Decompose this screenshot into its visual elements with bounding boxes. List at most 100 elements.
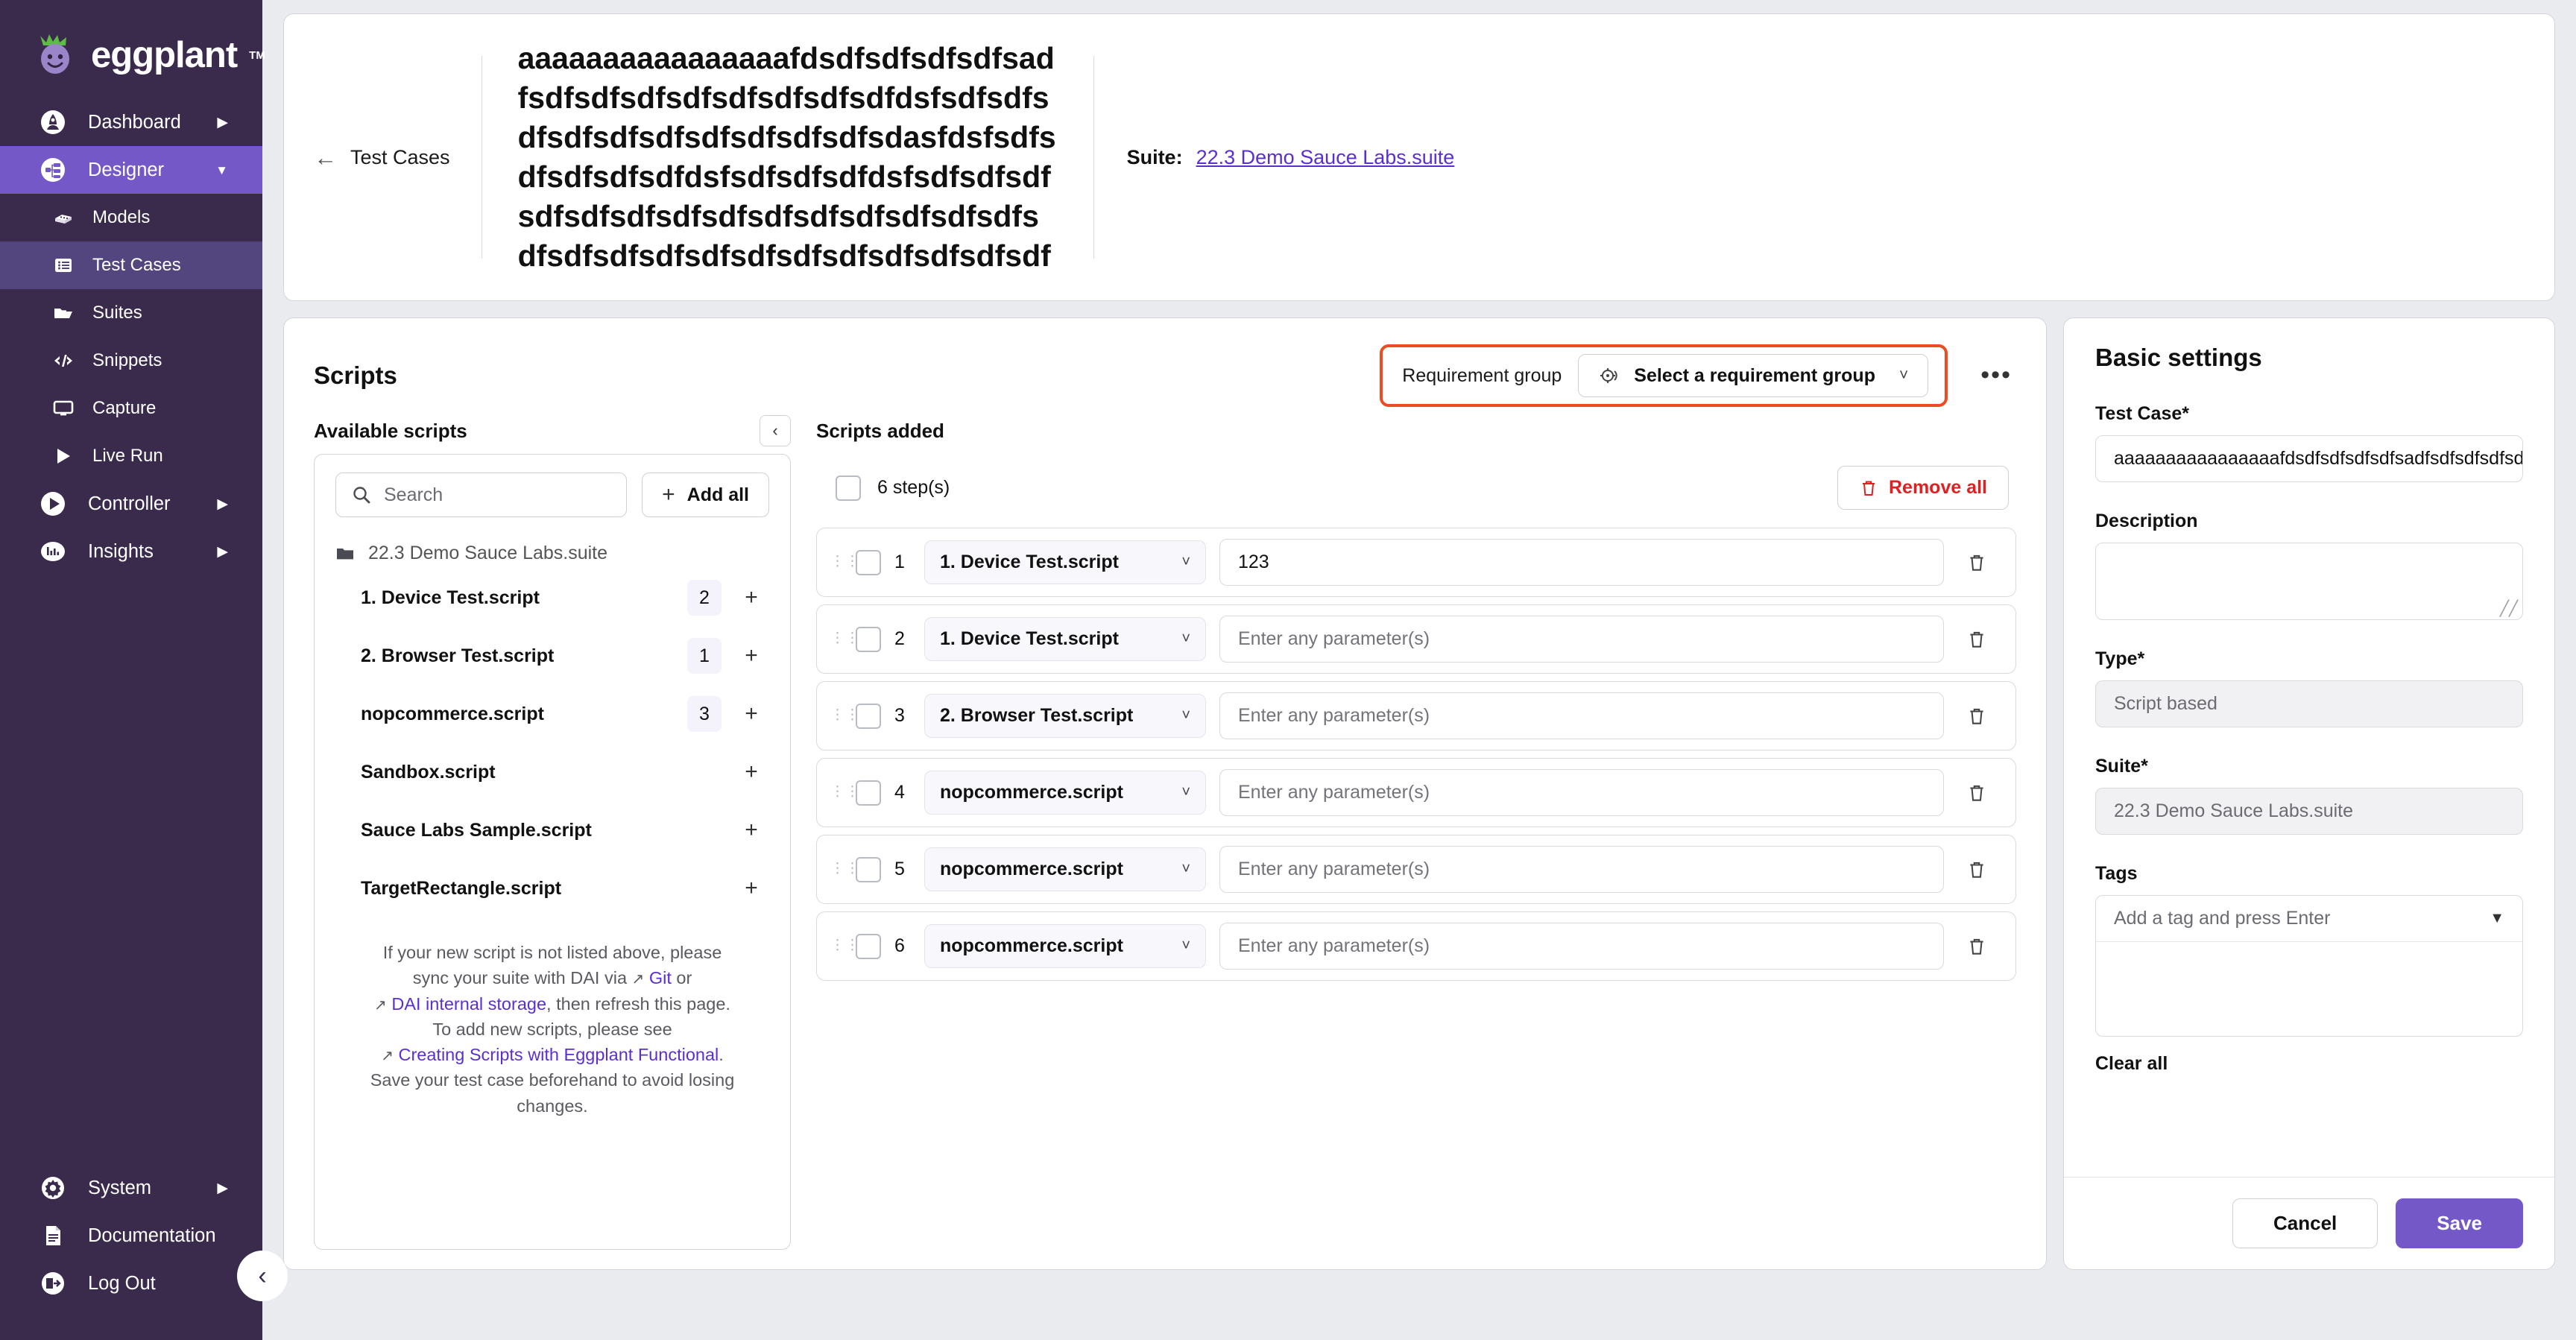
add-script-button[interactable]: +	[733, 585, 769, 610]
creating-scripts-link[interactable]: Creating Scripts with Eggplant Functiona…	[399, 1045, 719, 1064]
sidebar-item-suites[interactable]: Suites	[0, 289, 262, 337]
step-row: ⋮⋮ 5 nopcommerce.script ˅ Enter any para…	[816, 835, 2016, 904]
delete-step-button[interactable]	[1957, 783, 1996, 803]
requirement-group-highlight: Requirement group Select a requirement g…	[1380, 344, 1948, 407]
sidebar-item-test-cases[interactable]: Test Cases	[0, 241, 262, 289]
step-script-value: nopcommerce.script	[940, 859, 1123, 879]
sidebar-collapse-button[interactable]: ‹	[237, 1251, 288, 1301]
dai-internal-storage-link[interactable]: DAI internal storage	[391, 994, 546, 1014]
brand-logo[interactable]: eggplant TM	[0, 0, 265, 82]
sidebar-item-capture[interactable]: Capture	[0, 385, 262, 432]
step-checkbox[interactable]	[856, 703, 881, 729]
git-link[interactable]: Git	[649, 968, 672, 987]
resize-handle-icon[interactable]: ╱╱	[2500, 601, 2518, 616]
sidebar-item-label: Models	[92, 207, 151, 227]
delete-step-button[interactable]	[1957, 706, 1996, 727]
available-script-row[interactable]: 2. Browser Test.script 1 +	[335, 627, 769, 685]
step-script-select[interactable]: nopcommerce.script ˅	[924, 847, 1206, 891]
sidebar-item-controller[interactable]: Controller ▶	[0, 480, 262, 528]
drag-handle-icon[interactable]: ⋮⋮	[830, 785, 859, 799]
step-checkbox[interactable]	[856, 856, 881, 882]
scripts-added-toolbar: 6 step(s) Remove all	[816, 454, 2016, 528]
available-script-row[interactable]: Sauce Labs Sample.script +	[335, 801, 769, 859]
sidebar-item-insights[interactable]: Insights ▶	[0, 528, 262, 575]
requirement-group-select[interactable]: Select a requirement group ˅	[1578, 354, 1929, 397]
help-line-6: Save your test case beforehand to avoid …	[370, 1070, 735, 1116]
step-script-select[interactable]: 1. Device Test.script ˅	[924, 540, 1206, 584]
select-all-steps-checkbox[interactable]	[836, 475, 861, 501]
type-field-label: Type*	[2095, 648, 2145, 669]
available-script-row[interactable]: 1. Device Test.script 2 +	[335, 569, 769, 627]
sidebar-item-label: Documentation	[88, 1224, 216, 1246]
delete-step-button[interactable]	[1957, 552, 1996, 573]
add-script-button[interactable]: +	[733, 759, 769, 785]
back-to-test-cases-link[interactable]: ← Test Cases	[314, 146, 482, 169]
remove-all-button[interactable]: Remove all	[1837, 466, 2009, 510]
drag-handle-icon[interactable]: ⋮⋮	[830, 708, 859, 722]
sidebar-item-documentation[interactable]: Documentation	[0, 1212, 262, 1260]
sidebar-item-snippets[interactable]: Snippets	[0, 337, 262, 385]
step-checkbox[interactable]	[856, 549, 881, 575]
suite-folder-row[interactable]: 22.3 Demo Sauce Labs.suite	[335, 517, 769, 569]
step-script-value: 1. Device Test.script	[940, 552, 1119, 572]
sidebar: eggplant TM Dashboard ▶ Designer ▼ Model…	[0, 0, 288, 1340]
tags-placeholder: Add a tag and press Enter	[2114, 908, 2331, 929]
step-script-select[interactable]: 2. Browser Test.script ˅	[924, 694, 1206, 738]
sidebar-item-log-out[interactable]: Log Out	[0, 1260, 262, 1307]
trash-icon	[1859, 478, 1878, 498]
drag-handle-icon[interactable]: ⋮⋮	[830, 554, 859, 569]
available-script-row[interactable]: TargetRectangle.script +	[335, 859, 769, 917]
delete-step-button[interactable]	[1957, 936, 1996, 957]
step-checkbox[interactable]	[856, 780, 881, 806]
clear-all-tags-button[interactable]: Clear all	[2095, 1053, 2523, 1075]
play-icon	[51, 445, 76, 467]
delete-step-button[interactable]	[1957, 629, 1996, 650]
add-script-button[interactable]: +	[733, 818, 769, 843]
available-scripts-collapse-button[interactable]: ‹	[760, 415, 791, 446]
basic-settings-footer: Cancel Save	[2064, 1177, 2554, 1269]
sidebar-item-designer[interactable]: Designer ▼	[0, 146, 262, 194]
steps-count-label: 6 step(s)	[877, 477, 950, 498]
available-script-row[interactable]: Sandbox.script +	[335, 743, 769, 801]
description-field[interactable]: ╱╱	[2095, 543, 2523, 620]
step-parameter-input[interactable]: Enter any parameter(s)	[1219, 846, 1944, 893]
sidebar-item-label: Suites	[92, 303, 142, 323]
sidebar-item-dashboard[interactable]: Dashboard ▶	[0, 98, 262, 146]
sidebar-item-live-run[interactable]: Live Run	[0, 432, 262, 480]
add-script-button[interactable]: +	[733, 701, 769, 727]
available-script-row[interactable]: nopcommerce.script 3 +	[335, 685, 769, 743]
arrow-left-icon: ←	[314, 144, 337, 171]
test-case-field[interactable]: aaaaaaaaaaaaaaaafdsdfsdfsdfsdfsadfsdfsdf…	[2095, 435, 2523, 482]
step-script-select[interactable]: nopcommerce.script ˅	[924, 771, 1206, 815]
step-parameter-placeholder: Enter any parameter(s)	[1238, 859, 1430, 879]
step-parameter-input[interactable]: Enter any parameter(s)	[1219, 692, 1944, 739]
sidebar-item-models[interactable]: Models	[0, 194, 262, 241]
scripts-title: Scripts	[314, 361, 397, 389]
logout-icon	[37, 1270, 69, 1297]
step-script-select[interactable]: 1. Device Test.script ˅	[924, 617, 1206, 661]
search-input[interactable]: Search	[335, 473, 628, 517]
suite-link[interactable]: 22.3 Demo Sauce Labs.suite	[1196, 146, 1455, 169]
sidebar-item-system[interactable]: System ▶	[0, 1164, 262, 1212]
delete-step-button[interactable]	[1957, 859, 1996, 880]
drag-handle-icon[interactable]: ⋮⋮	[830, 938, 859, 952]
scripts-more-options-button[interactable]: •••	[1976, 363, 2016, 388]
triangle-down-icon[interactable]: ▼	[2490, 910, 2504, 927]
step-parameter-input[interactable]: Enter any parameter(s)	[1219, 923, 1944, 970]
step-parameter-input[interactable]: Enter any parameter(s)	[1219, 616, 1944, 663]
add-script-button[interactable]: +	[733, 643, 769, 669]
drag-handle-icon[interactable]: ⋮⋮	[830, 631, 859, 645]
drag-handle-icon[interactable]: ⋮⋮	[830, 862, 859, 876]
add-all-button[interactable]: + Add all	[642, 473, 769, 517]
step-checkbox[interactable]	[856, 933, 881, 959]
step-checkbox[interactable]	[856, 626, 881, 652]
step-script-select[interactable]: nopcommerce.script ˅	[924, 924, 1206, 968]
description-field-label: Description	[2095, 511, 2198, 531]
step-parameter-input[interactable]: 123	[1219, 539, 1944, 586]
save-button[interactable]: Save	[2396, 1198, 2523, 1248]
cancel-button[interactable]: Cancel	[2232, 1198, 2378, 1248]
add-script-button[interactable]: +	[733, 876, 769, 901]
step-parameter-input[interactable]: Enter any parameter(s)	[1219, 769, 1944, 816]
tags-input[interactable]: Add a tag and press Enter ▼	[2096, 896, 2522, 942]
available-scripts-help-text: If your new script is not listed above, …	[335, 917, 769, 1128]
